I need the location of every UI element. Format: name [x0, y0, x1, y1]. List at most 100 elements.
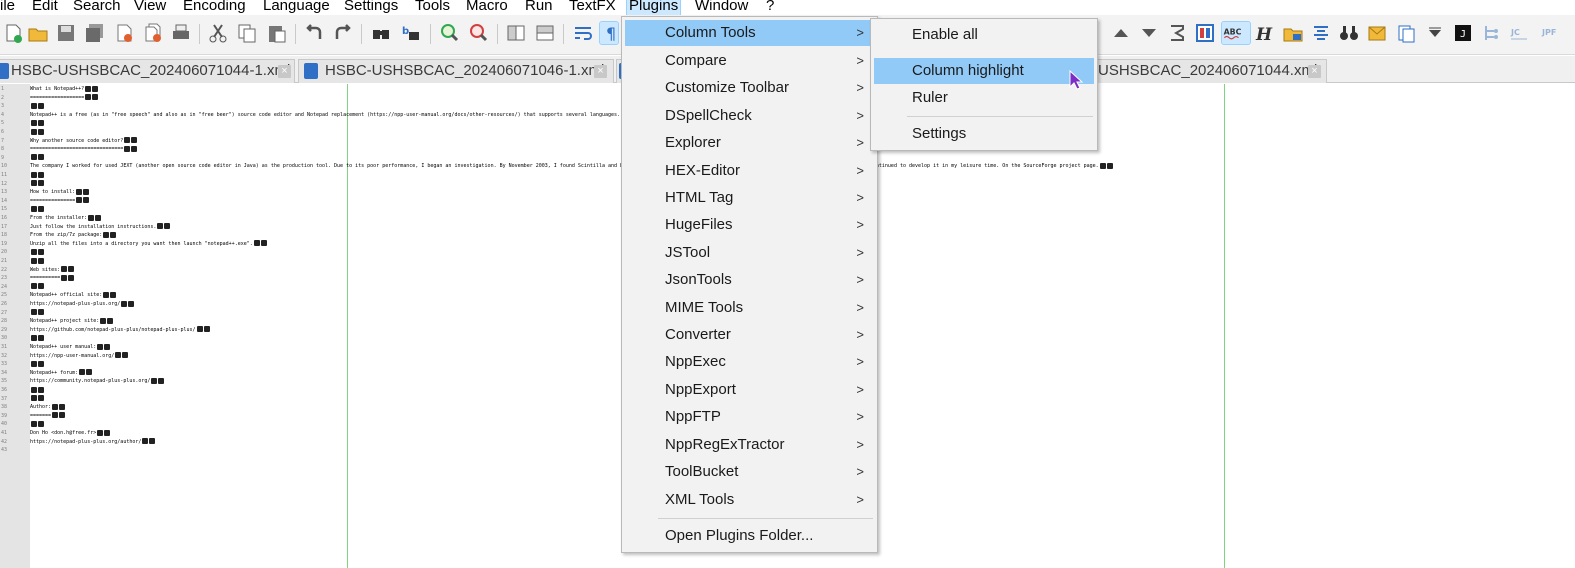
clipboard-icon[interactable] — [1395, 22, 1417, 44]
redo-icon[interactable] — [332, 22, 354, 44]
macro-down-icon[interactable] — [1138, 22, 1160, 44]
menu-item-nppftp[interactable]: NppFTP > — [625, 404, 874, 430]
dropdown-icon[interactable] — [1424, 22, 1446, 44]
menu-help[interactable]: ? — [764, 0, 776, 15]
json-icon[interactable]: JC — [1508, 22, 1530, 44]
menu-item-dspellcheck[interactable]: DSpellCheck > — [625, 103, 874, 129]
code-line[interactable]: https://notepad-plus-plus.org/author/ — [30, 438, 156, 446]
macro-up-icon[interactable] — [1110, 22, 1132, 44]
close-all-icon[interactable] — [142, 22, 164, 44]
code-line[interactable]: From the installer: — [30, 214, 102, 222]
menu-item-customize-toolbar[interactable]: Customize Toolbar > — [625, 75, 874, 101]
xml-tree-icon[interactable] — [1480, 22, 1502, 44]
tab-close-icon[interactable]: × — [594, 65, 607, 78]
menu-item-xml-tools[interactable]: XML Tools > — [625, 487, 874, 513]
menu-edit[interactable]: Edit — [30, 0, 60, 15]
menu-item-hex-editor[interactable]: HEX-Editor > — [625, 158, 874, 184]
code-line[interactable]: How to install: — [30, 188, 90, 196]
code-line[interactable]: Why another source code editor? — [30, 137, 138, 145]
menu-item-ruler[interactable]: Ruler — [874, 85, 1094, 111]
code-line[interactable] — [30, 102, 44, 110]
menu-item-nppexport[interactable]: NppExport > — [625, 377, 874, 403]
menu-language[interactable]: Language — [261, 0, 332, 15]
menu-encoding[interactable]: Encoding — [181, 0, 248, 15]
menu-view[interactable]: View — [132, 0, 168, 15]
code-line[interactable] — [30, 154, 44, 162]
open-file-icon[interactable] — [27, 22, 49, 44]
code-line[interactable] — [30, 248, 44, 256]
code-line[interactable]: Don Ho <don.h@free.fr> — [30, 429, 111, 437]
sync-vertical-icon[interactable] — [505, 22, 527, 44]
code-line[interactable] — [30, 334, 44, 342]
code-line[interactable] — [30, 395, 44, 403]
sync-horizontal-icon[interactable] — [534, 22, 556, 44]
code-line[interactable] — [30, 309, 44, 317]
code-line[interactable]: Notepad++ official site: — [30, 291, 117, 299]
column-icon[interactable] — [1194, 22, 1216, 44]
console-icon[interactable]: J — [1452, 22, 1474, 44]
code-line[interactable] — [30, 257, 44, 265]
tab-close-icon[interactable]: × — [1308, 65, 1321, 78]
code-line[interactable]: Web sites: — [30, 266, 75, 274]
menu-item-jstool[interactable]: JSTool > — [625, 240, 874, 266]
paste-icon[interactable] — [266, 22, 288, 44]
menu-textfx[interactable]: TextFX — [567, 0, 618, 15]
menu-item-converter[interactable]: Converter > — [625, 322, 874, 348]
close-icon[interactable] — [113, 22, 135, 44]
menu-settings[interactable]: Settings — [342, 0, 400, 15]
find-icon[interactable] — [370, 22, 392, 44]
code-line[interactable] — [30, 360, 44, 368]
code-line[interactable]: https://npp-user-manual.org/ — [30, 352, 129, 360]
menu-item-compare[interactable]: Compare > — [625, 48, 874, 74]
align-icon[interactable] — [1310, 22, 1332, 44]
spellcheck-icon[interactable]: ABC — [1221, 21, 1251, 45]
copy-icon[interactable] — [236, 22, 258, 44]
replace-icon[interactable]: b — [400, 22, 422, 44]
code-line[interactable]: ================== — [30, 94, 99, 102]
show-all-chars-icon[interactable]: ¶ — [599, 21, 619, 45]
menu-item-column-highlight[interactable]: Column highlight — [874, 58, 1094, 84]
code-line[interactable]: Notepad++ project site: — [30, 317, 114, 325]
code-line[interactable]: =============================== — [30, 145, 138, 153]
zoom-in-icon[interactable] — [438, 22, 460, 44]
menu-item-enable-all[interactable]: Enable all — [874, 22, 1094, 48]
menu-search[interactable]: Search — [71, 0, 123, 15]
print-icon[interactable] — [170, 22, 192, 44]
menu-item-nppexec[interactable]: NppExec > — [625, 349, 874, 375]
menu-item-hugefiles[interactable]: HugeFiles > — [625, 212, 874, 238]
cut-icon[interactable] — [207, 22, 229, 44]
code-line[interactable]: Unzip all the files into a directory you… — [30, 240, 267, 248]
menu-item-nppregextractor[interactable]: NppRegExTractor > — [625, 432, 874, 458]
tab-close-icon[interactable]: × — [278, 65, 291, 78]
folder-icon[interactable] — [1282, 22, 1304, 44]
code-line[interactable]: https://github.com/notepad-plus-plus/not… — [30, 326, 210, 334]
save-all-icon[interactable] — [84, 22, 106, 44]
code-line[interactable]: ========== — [30, 274, 75, 282]
code-line[interactable] — [30, 119, 44, 127]
menu-file[interactable]: ile — [0, 0, 17, 15]
jstool-icon[interactable]: JPF — [1540, 22, 1562, 44]
menu-macro[interactable]: Macro — [464, 0, 510, 15]
code-line[interactable] — [30, 128, 44, 136]
code-line[interactable]: What is Notepad++? — [30, 85, 99, 93]
code-line[interactable] — [30, 386, 44, 394]
code-line[interactable]: Notepad++ forum: — [30, 369, 93, 377]
code-line[interactable]: Just follow the installation instruction… — [30, 223, 171, 231]
new-file-icon[interactable] — [2, 22, 24, 44]
menu-item-explorer[interactable]: Explorer > — [625, 130, 874, 156]
menu-item-column-tools[interactable]: Column Tools > — [625, 20, 874, 46]
code-line[interactable]: =============== — [30, 197, 90, 205]
code-line[interactable]: ======= — [30, 412, 66, 420]
code-line[interactable]: Notepad++ user manual: — [30, 343, 111, 351]
word-wrap-icon[interactable] — [572, 22, 594, 44]
menu-item-toolbucket[interactable]: ToolBucket > — [625, 459, 874, 485]
menu-item-html-tag[interactable]: HTML Tag > — [625, 185, 874, 211]
undo-icon[interactable] — [303, 22, 325, 44]
sum-icon[interactable] — [1166, 22, 1188, 44]
code-line[interactable] — [30, 171, 44, 179]
menu-item-jsontools[interactable]: JsonTools > — [625, 267, 874, 293]
html-tag-icon[interactable]: H — [1252, 22, 1274, 45]
menu-item-open-plugins-folder[interactable]: Open Plugins Folder... — [625, 523, 874, 549]
menu-plugins[interactable]: Plugins — [625, 0, 682, 16]
tab-file-4[interactable]: USHSBCAC_202406071044.xml × — [1086, 59, 1327, 83]
